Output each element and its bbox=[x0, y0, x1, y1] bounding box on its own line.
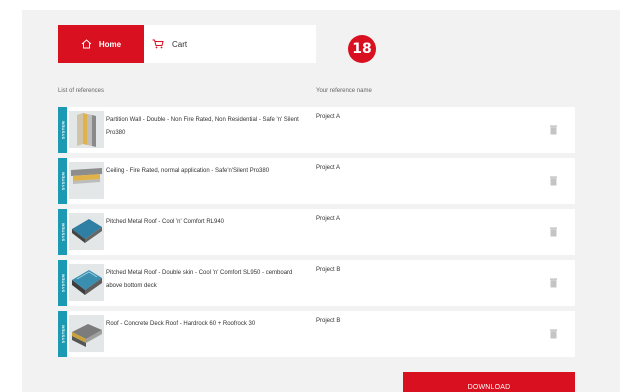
reference-title: Partition Wall - Double - Non Fire Rated… bbox=[106, 117, 299, 136]
system-thumbnail bbox=[69, 315, 104, 352]
cart-button[interactable]: Cart bbox=[144, 25, 187, 63]
system-tag: SYSTEM bbox=[58, 209, 67, 255]
reference-name-column-header: Your reference name bbox=[316, 88, 372, 94]
home-button[interactable]: Home bbox=[58, 25, 144, 63]
reference-title: Ceiling - Fire Rated, normal application… bbox=[106, 168, 270, 174]
cart-label: Cart bbox=[172, 39, 188, 49]
references-column-header: List of references bbox=[58, 88, 105, 94]
download-button[interactable]: DOWNLOAD bbox=[403, 372, 575, 392]
reference-row[interactable]: SYSTEM Ceiling - Fire Rated, normal appl… bbox=[58, 158, 575, 204]
content-panel: Home Cart 18 List of references Your ref… bbox=[22, 10, 620, 392]
reference-name[interactable]: Project A bbox=[316, 216, 340, 222]
reference-title: Pitched Metal Roof - Cool 'n' Comfort RL… bbox=[106, 219, 225, 225]
home-label: Home bbox=[98, 39, 122, 49]
system-thumbnail bbox=[69, 111, 104, 148]
trash-icon[interactable] bbox=[549, 176, 558, 186]
reference-name[interactable]: Project A bbox=[316, 165, 340, 171]
reference-row[interactable]: SYSTEM Pitched Metal Roof - Double skin … bbox=[58, 260, 575, 306]
reference-title: Roof - Concrete Deck Roof - Hardrock 60 … bbox=[106, 321, 256, 327]
trash-icon[interactable] bbox=[549, 278, 558, 288]
reference-title: Pitched Metal Roof - Double skin - Cool … bbox=[106, 270, 293, 289]
cart-icon bbox=[152, 39, 164, 49]
system-thumbnail bbox=[69, 213, 104, 250]
trash-icon[interactable] bbox=[549, 329, 558, 339]
step-badge: 18 bbox=[348, 35, 376, 63]
system-tag: SYSTEM bbox=[58, 311, 67, 357]
home-icon bbox=[81, 39, 92, 49]
reference-row[interactable]: SYSTEM Partition Wall - Double - Non Fir… bbox=[58, 107, 575, 153]
reference-name[interactable]: Project B bbox=[316, 267, 340, 273]
trash-icon[interactable] bbox=[549, 227, 558, 237]
system-tag: SYSTEM bbox=[58, 260, 67, 306]
reference-name[interactable]: Project A bbox=[316, 114, 340, 120]
reference-row[interactable]: SYSTEM Roof - Concrete Deck Roof - Hardr… bbox=[58, 311, 575, 357]
system-tag: SYSTEM bbox=[58, 158, 67, 204]
system-thumbnail bbox=[69, 264, 104, 301]
reference-row[interactable]: SYSTEM Pitched Metal Roof - Cool 'n' Com… bbox=[58, 209, 575, 255]
system-thumbnail bbox=[69, 162, 104, 199]
reference-name[interactable]: Project B bbox=[316, 318, 340, 324]
trash-icon[interactable] bbox=[549, 125, 558, 135]
system-tag: SYSTEM bbox=[58, 107, 67, 153]
nav-bar: Home Cart bbox=[58, 25, 316, 63]
